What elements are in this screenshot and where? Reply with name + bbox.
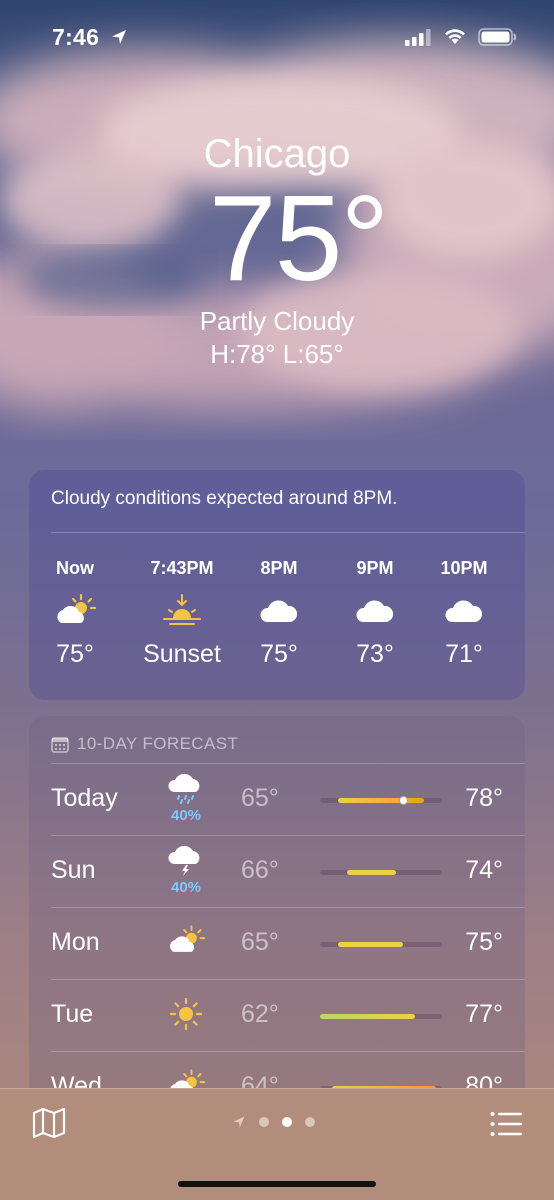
forecast-summary: Cloudy conditions expected around 8PM. — [51, 488, 398, 509]
temperature-range-fill — [338, 798, 424, 803]
current-weather: Chicago 75° Partly Cloudy H:78° L:65° — [0, 130, 554, 370]
low-temperature: 65° — [241, 784, 279, 812]
low-temperature: 65° — [241, 928, 279, 956]
current-condition: Partly Cloudy — [199, 306, 355, 336]
status-time: 7:46 — [52, 24, 100, 50]
high-temperature: 74° — [465, 856, 503, 884]
divider — [51, 532, 525, 533]
cloud-icon — [260, 600, 298, 622]
day-label: Today — [51, 784, 118, 812]
status-bar: 7:46 — [0, 22, 554, 52]
forecast-row-mon[interactable]: Mon 65° 75° — [29, 908, 525, 980]
page-indicator[interactable] — [232, 1115, 315, 1129]
hourly-time: 10PM — [440, 558, 488, 578]
day-label: Sun — [51, 856, 96, 884]
page-dot[interactable] — [305, 1117, 315, 1127]
high-temperature: 77° — [465, 1000, 503, 1028]
ten-day-title: 10-DAY FORECAST — [77, 734, 239, 753]
high-temperature: 78° — [465, 784, 503, 812]
forecast-row-sun[interactable]: Sun 40% 66° 74° — [29, 836, 525, 908]
hourly-value: Sunset — [143, 640, 221, 668]
hourly-item: 10PM 71° — [424, 558, 504, 669]
cellular-signal-icon — [405, 29, 431, 46]
hourly-temperature: 75° — [56, 640, 94, 668]
page-dot[interactable] — [259, 1117, 269, 1127]
page-dot-active[interactable] — [282, 1117, 292, 1127]
current-temperature-marker — [398, 796, 408, 805]
cloud-icon — [445, 600, 483, 622]
high-temperature: 75° — [465, 928, 503, 956]
bottom-toolbar — [0, 1088, 554, 1200]
hourly-item: 7:43PM Sunset — [132, 558, 232, 669]
temperature-range-fill — [338, 942, 403, 947]
hourly-item: 8PM 75° — [239, 558, 319, 669]
hourly-time: 7:43PM — [150, 558, 214, 578]
precipitation-chance: 40% — [170, 807, 202, 824]
temperature-range-bar — [320, 870, 442, 875]
temperature-range-bar — [320, 942, 442, 947]
temperature-range-bar — [320, 1014, 442, 1019]
forecast-row-today[interactable]: Today 40% 65° 78° — [29, 764, 525, 836]
home-indicator[interactable] — [178, 1181, 376, 1187]
temperature-range-bar — [320, 796, 442, 805]
sun-icon — [169, 997, 203, 1031]
day-label: Mon — [51, 928, 100, 956]
hourly-time: 8PM — [260, 558, 298, 578]
forecast-row-tue[interactable]: Tue 62° 77° — [29, 980, 525, 1052]
cloud-icon — [356, 600, 394, 622]
partly-cloudy-icon — [169, 925, 206, 952]
weather-screen: 7:46 Chicago 75° Partly Cloudy H:78° L:6… — [0, 0, 554, 1200]
low-temperature: 66° — [241, 856, 279, 884]
hourly-item: Now 75° — [25, 558, 125, 669]
map-icon[interactable] — [32, 1107, 66, 1139]
current-temperature: 75° — [208, 170, 390, 306]
temperature-range-fill — [346, 870, 396, 875]
hourly-temperature: 75° — [260, 640, 298, 668]
wifi-icon — [445, 29, 465, 44]
low-temperature: 62° — [241, 1000, 279, 1028]
hourly-item: 9PM 73° — [335, 558, 415, 669]
battery-icon — [478, 28, 517, 46]
partly-cloudy-icon — [57, 593, 97, 623]
hourly-forecast-card[interactable]: Cloudy conditions expected around 8PM. N… — [29, 470, 525, 700]
hourly-temperature: 71° — [445, 640, 483, 668]
hourly-time: 9PM — [356, 558, 394, 578]
temperature-range-fill — [320, 1014, 416, 1019]
ten-day-header: 10-DAY FORECAST — [51, 734, 238, 754]
calendar-icon — [51, 736, 69, 753]
hourly-time: Now — [56, 558, 94, 578]
high-low-temperature: H:78° L:65° — [210, 339, 344, 369]
rain-cloud-icon — [168, 773, 200, 804]
location-arrow-icon — [112, 30, 126, 44]
current-location-icon — [233, 1116, 245, 1128]
day-label: Tue — [51, 1000, 94, 1028]
list-icon[interactable] — [490, 1111, 522, 1137]
precipitation-chance: 40% — [170, 879, 202, 896]
sunset-icon — [163, 594, 201, 625]
hourly-temperature: 73° — [356, 640, 394, 668]
thunder-cloud-icon — [168, 845, 200, 876]
